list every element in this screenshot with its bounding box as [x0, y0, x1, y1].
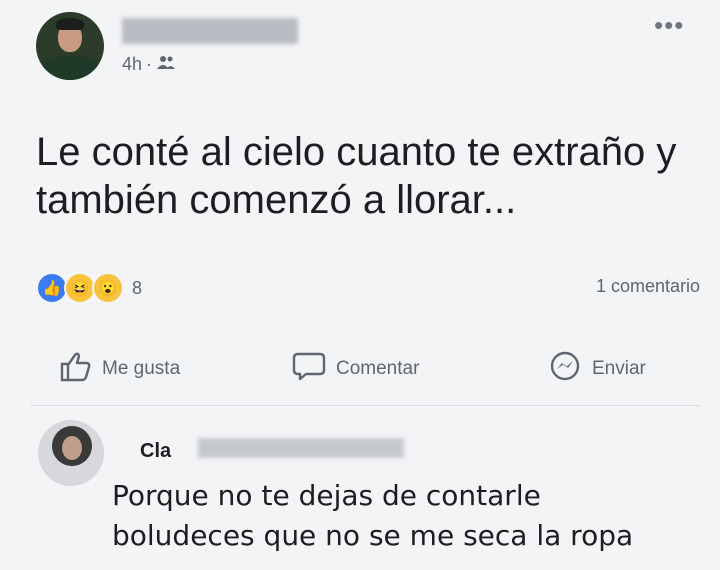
like-label: Me gusta — [102, 358, 181, 379]
comment-button[interactable]: Comentar — [292, 350, 419, 388]
action-bar: Me gusta Comentar Enviar — [0, 350, 720, 390]
post-time[interactable]: 4h — [122, 54, 142, 75]
like-button[interactable]: Me gusta — [58, 350, 180, 388]
commenter-name-redacted — [198, 438, 404, 458]
divider — [30, 405, 700, 406]
friends-icon[interactable] — [156, 54, 176, 75]
post-meta: 4h · — [122, 54, 176, 75]
send-label: Enviar — [592, 358, 646, 379]
wow-icon: 😮 — [92, 272, 124, 304]
author-name-redacted[interactable] — [122, 18, 298, 44]
meta-separator: · — [146, 54, 153, 74]
commenter-face — [62, 436, 82, 460]
avatar-shirt — [42, 56, 98, 80]
messenger-icon — [548, 350, 582, 388]
comment-label: Comentar — [336, 358, 420, 379]
avatar-hair — [56, 18, 84, 30]
post-card: 4h · ••• Le conté al cielo cuanto te ext… — [0, 0, 720, 570]
reactions-summary[interactable]: 👍 😆 😮 8 — [36, 272, 142, 304]
reactions-count: 8 — [132, 277, 143, 298]
speech-bubble-icon — [292, 350, 326, 388]
send-button[interactable]: Enviar — [548, 350, 646, 388]
post-text: Le conté al cielo cuanto te extraño y ta… — [36, 130, 677, 222]
more-options-button[interactable]: ••• — [654, 10, 684, 41]
comments-count-link[interactable]: 1 comentario — [596, 276, 700, 297]
commenter-avatar[interactable] — [38, 420, 104, 486]
commenter-name[interactable]: Cla — [140, 440, 171, 463]
author-avatar[interactable] — [36, 12, 104, 80]
thumbs-up-icon — [58, 350, 92, 388]
comment-text: Porque no te dejas de contarle boludeces… — [112, 479, 634, 552]
